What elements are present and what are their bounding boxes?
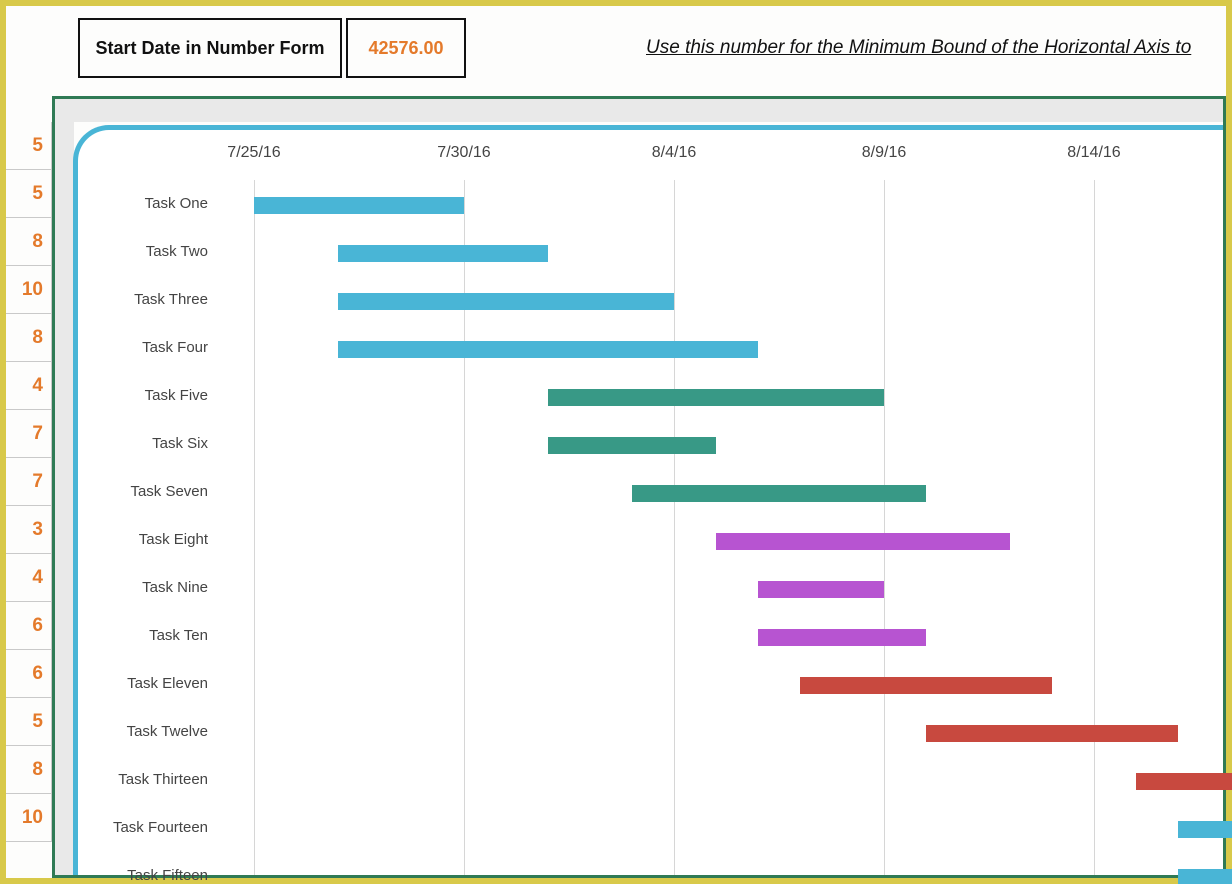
- row-number-cell[interactable]: 5: [6, 698, 52, 746]
- row-number-cell[interactable]: 7: [6, 410, 52, 458]
- row-number-cell[interactable]: 10: [6, 794, 52, 842]
- header-row: Start Date in Number Form 42576.00 Use t…: [56, 18, 1226, 84]
- gantt-row: Task Seven: [78, 468, 1223, 516]
- chart-object[interactable]: 7/25/16 7/30/16 8/4/16 8/9/16 8/14/16 Task O…: [52, 96, 1226, 878]
- task-label: Task Seven: [78, 468, 208, 516]
- x-axis-tick-label: 8/14/16: [1067, 144, 1120, 162]
- gantt-bar[interactable]: [758, 629, 926, 646]
- gantt-row: Task Thirteen: [78, 756, 1223, 804]
- gantt-row: Task Three: [78, 276, 1223, 324]
- gantt-row: Task Nine: [78, 564, 1223, 612]
- x-axis: 7/25/16 7/30/16 8/4/16 8/9/16 8/14/16: [114, 140, 1223, 174]
- gantt-row: Task Six: [78, 420, 1223, 468]
- row-number-cell[interactable]: 5: [6, 170, 52, 218]
- gantt-bar[interactable]: [926, 725, 1178, 742]
- gantt-bar[interactable]: [254, 197, 464, 214]
- row-number-cell[interactable]: 5: [6, 122, 52, 170]
- axis-hint-text: Use this number for the Minimum Bound of…: [646, 18, 1226, 78]
- gantt-bar[interactable]: [1178, 821, 1232, 838]
- task-label: Task Nine: [78, 564, 208, 612]
- row-number-cell[interactable]: 6: [6, 650, 52, 698]
- task-label: Task Ten: [78, 612, 208, 660]
- row-number-cell[interactable]: 8: [6, 218, 52, 266]
- chart-plot-area: 7/25/16 7/30/16 8/4/16 8/9/16 8/14/16 Task O…: [73, 125, 1223, 875]
- task-label: Task Four: [78, 324, 208, 372]
- row-number-cell[interactable]: 4: [6, 554, 52, 602]
- task-label: Task Fifteen: [78, 852, 208, 884]
- x-axis-tick-label: 8/9/16: [862, 144, 906, 162]
- gantt-row: Task Four: [78, 324, 1223, 372]
- row-number-cell[interactable]: 7: [6, 458, 52, 506]
- gantt-row: Task Fifteen: [78, 852, 1223, 884]
- task-label: Task Fourteen: [78, 804, 208, 852]
- row-number-cell[interactable]: 4: [6, 362, 52, 410]
- start-date-label-cell[interactable]: Start Date in Number Form: [78, 18, 342, 78]
- task-label: Task One: [78, 180, 208, 228]
- row-number-cell[interactable]: 8: [6, 746, 52, 794]
- gantt-row: Task Eight: [78, 516, 1223, 564]
- gantt-row: Task Two: [78, 228, 1223, 276]
- gantt-bar[interactable]: [548, 437, 716, 454]
- gantt-bar[interactable]: [548, 389, 884, 406]
- gantt-row: Task One: [78, 180, 1223, 228]
- task-label: Task Six: [78, 420, 208, 468]
- app-window: Start Date in Number Form 42576.00 Use t…: [0, 0, 1232, 884]
- gantt-bar[interactable]: [338, 341, 758, 358]
- row-number-cell[interactable]: 3: [6, 506, 52, 554]
- task-label: Task Three: [78, 276, 208, 324]
- gantt-bar[interactable]: [632, 485, 926, 502]
- worksheet-area: 55810847734665810 7/25/167/30/168/4/168/…: [6, 96, 1226, 878]
- gantt-row: Task Fourteen: [78, 804, 1223, 852]
- gantt-row: Task Five: [78, 372, 1223, 420]
- gantt-rows: Task OneTask TwoTask ThreeTask FourTask …: [78, 180, 1223, 884]
- task-label: Task Eleven: [78, 660, 208, 708]
- gantt-bar[interactable]: [1178, 869, 1232, 884]
- row-number-cell[interactable]: 8: [6, 314, 52, 362]
- gantt-bar[interactable]: [338, 245, 548, 262]
- task-label: Task Thirteen: [78, 756, 208, 804]
- task-label: Task Eight: [78, 516, 208, 564]
- task-label: Task Two: [78, 228, 208, 276]
- start-date-value-cell[interactable]: 42576.00: [346, 18, 466, 78]
- row-number-cell[interactable]: 6: [6, 602, 52, 650]
- gantt-row: Task Twelve: [78, 708, 1223, 756]
- gantt-row: Task Ten: [78, 612, 1223, 660]
- task-label: Task Twelve: [78, 708, 208, 756]
- x-axis-tick-label: 7/30/16: [437, 144, 490, 162]
- gantt-row: Task Eleven: [78, 660, 1223, 708]
- row-number-column: 55810847734665810: [6, 122, 52, 842]
- gantt-bar[interactable]: [1136, 773, 1232, 790]
- row-number-cell[interactable]: 10: [6, 266, 52, 314]
- gantt-bar[interactable]: [338, 293, 674, 310]
- gantt-bar[interactable]: [758, 581, 884, 598]
- x-axis-tick-label: 8/4/16: [652, 144, 696, 162]
- task-label: Task Five: [78, 372, 208, 420]
- gantt-bar[interactable]: [800, 677, 1052, 694]
- gantt-bar[interactable]: [716, 533, 1010, 550]
- x-axis-tick-label: 7/25/16: [227, 144, 280, 162]
